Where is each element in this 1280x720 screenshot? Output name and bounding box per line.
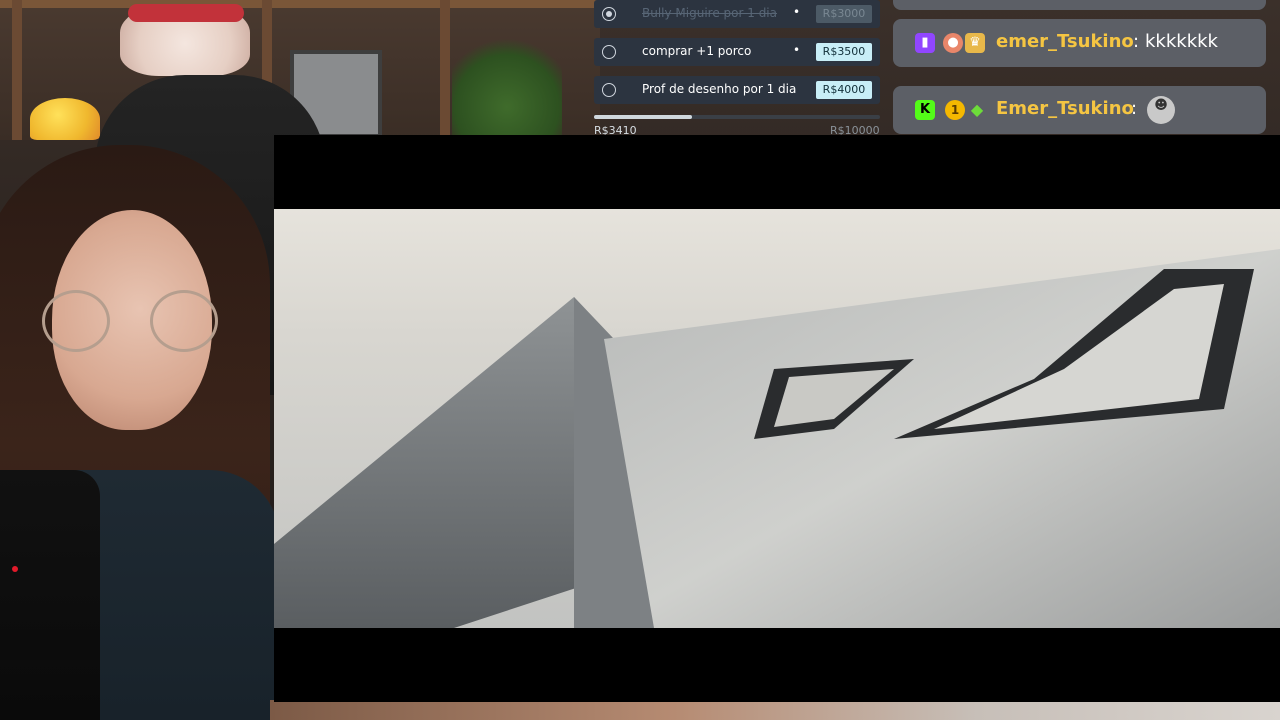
sticker-emote: ☻ (1147, 96, 1175, 124)
mic-led-icon (12, 566, 18, 572)
twitch-icon: ▮ (915, 33, 935, 53)
goal-price: R$3500 (816, 43, 872, 61)
chat-username: emer_Tsukino (996, 31, 1134, 52)
kick-icon: K (915, 100, 935, 120)
goal-item: comprar +1 porco • R$3500 (594, 38, 880, 66)
goal-circle-icon (602, 45, 616, 59)
microphone (0, 470, 100, 720)
peach-icon: ● (943, 33, 963, 53)
goal-price: R$3000 (816, 5, 872, 23)
stream-layout: Bully Miguire por 1 dia • R$3000 comprar… (0, 0, 1280, 720)
shelf-post (12, 0, 22, 140)
chat-message: K 1 ◆ Emer_Tsukino : ☻ (893, 86, 1266, 134)
glasses-lens (150, 290, 218, 352)
chat-message: ▮ ● ♛ emer_Tsukino : kkkkkkk (893, 19, 1266, 67)
video-player[interactable] (274, 135, 1280, 702)
green-gem-icon: ◆ (970, 100, 984, 119)
floor (270, 700, 1280, 720)
chat-separator: : (1133, 31, 1140, 52)
bullet-icon: • (793, 5, 801, 19)
plant (452, 30, 562, 140)
yellow-plush (30, 98, 100, 140)
goal-item: Prof de desenho por 1 dia R$4000 (594, 76, 880, 104)
video-frame-airplane (274, 209, 1280, 628)
goal-item: Bully Miguire por 1 dia • R$3000 (594, 0, 880, 28)
goal-check-icon (602, 7, 616, 21)
chat-text: kkkkkkk (1145, 31, 1218, 52)
goal-label: Bully Miguire por 1 dia (642, 6, 777, 20)
chat-message-previous (893, 0, 1266, 10)
goal-label: Prof de desenho por 1 dia (642, 82, 797, 96)
glasses-lens (42, 290, 110, 352)
shelf-post (440, 0, 450, 140)
crown-icon: ♛ (965, 33, 985, 53)
bullet-icon: • (793, 43, 801, 57)
plush-bow (128, 4, 244, 22)
chat-username: Emer_Tsukino (996, 98, 1134, 119)
goal-circle-icon (602, 83, 616, 97)
airplane-wing-scene (274, 249, 1280, 628)
goal-progress-bar (594, 115, 880, 119)
goal-price: R$4000 (816, 81, 872, 99)
goal-progress-fill (594, 115, 692, 119)
level-1-icon: 1 (945, 100, 965, 120)
shelf-board (0, 0, 600, 8)
chat-separator: : (1131, 98, 1138, 119)
goal-label: comprar +1 porco (642, 44, 752, 58)
